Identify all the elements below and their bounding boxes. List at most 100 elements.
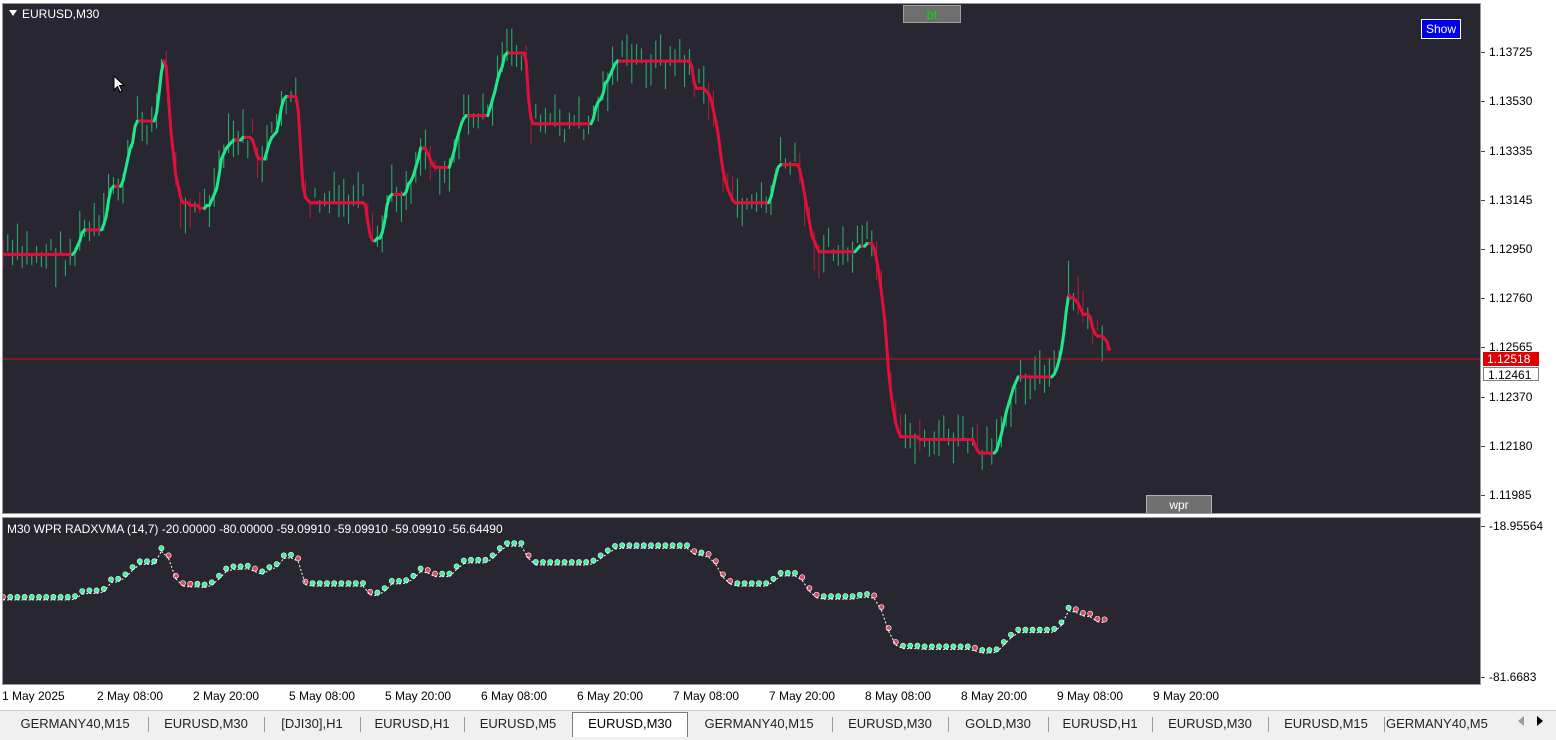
trend-line-segment [176,184,183,199]
oscillator-dot [64,594,71,600]
oscillator-dot [381,585,388,592]
oscillator-dot [302,578,309,585]
oscillator-dot [748,580,755,586]
chart-tab[interactable]: EURUSD,M30 [1154,713,1266,735]
oscillator-dot [187,580,194,587]
time-scale[interactable]: 1 May 2025 2 May 08:00 2 May 20:00 5 May… [0,686,1481,708]
price-tick-label: 1.12950 [1480,242,1533,256]
oscillator-dot [201,581,208,588]
oscillator-dot [194,580,201,587]
oscillator-dot [28,594,35,600]
oscillator-dot [489,552,496,559]
chart-tab[interactable]: GERMANY40,M5 [1386,713,1510,735]
scroll-left-icon[interactable] [1518,716,1524,726]
oscillator-dot [540,559,546,565]
trend-line-segment [884,337,891,373]
tab-divider [148,717,149,732]
wpr-radxvma-plot [3,540,1108,654]
oscillator-dot [590,557,597,564]
oscillator-dot [871,592,878,599]
tab-divider [1048,717,1049,732]
trend-line-segment [123,157,130,172]
oscillator-dot [763,580,770,586]
show-button[interactable]: Show [1421,19,1461,39]
trend-line-segment [1062,310,1068,335]
oscillator-dot [86,587,93,594]
signal-line-segment [520,545,530,559]
chart-tab-active[interactable]: EURUSD,M30 [572,712,688,737]
oscillator-dot [921,643,928,650]
trend-line-segment [296,108,303,150]
bt-button[interactable]: bt [903,5,961,23]
oscillator-dot [7,594,14,600]
oscillator-dot [57,594,64,600]
oscillator-dot [576,559,582,565]
price-scale[interactable]: 1.13725 1.13530 1.13335 1.13145 1.12950 … [1480,0,1556,739]
collapse-triangle-icon[interactable] [9,10,17,16]
wpr-button[interactable]: wpr [1146,495,1212,513]
oscillator-dot [338,580,345,586]
oscillator-dot [417,565,424,572]
oscillator-dot [720,571,726,578]
trend-line-segment [882,310,888,341]
price-tick-label: 1.12370 [1480,390,1533,404]
chart-tabs-bar: GERMANY40,M15 EURUSD,M30 [DJI30],H1 EURU… [0,710,1556,740]
trend-line-segment [771,173,778,188]
time-tick-label: 5 May 20:00 [385,689,452,703]
trend-line-segment [104,198,111,218]
oscillator-dot [856,591,863,598]
oscillator-dot [691,548,698,554]
chart-tab[interactable]: EURUSD,H1 [1050,713,1150,735]
oscillator-dot [676,542,683,549]
time-tick-label: 2 May 08:00 [97,689,164,703]
time-tick-label: 8 May 20:00 [961,689,1028,703]
price-tick-label: 1.11985 [1481,488,1532,502]
chart-tab[interactable]: GERMANY40,M15 [8,713,142,735]
time-tick-label: 9 May 08:00 [1057,689,1124,703]
oscillator-dot [727,578,734,584]
chart-tab[interactable]: EURUSD,M5 [466,713,570,735]
oscillator-dot [640,542,647,549]
oscillator-dot [568,559,575,565]
scroll-right-icon[interactable] [1537,716,1543,726]
trend-line-segment [1064,293,1071,314]
chart-tab[interactable]: EURUSD,H1 [362,713,462,735]
oscillator-dot [1065,604,1072,611]
chart-tab[interactable]: EURUSD,M30 [834,713,946,735]
oscillator-dot [424,567,431,573]
oscillator-dot [986,647,993,653]
tab-divider [948,717,949,732]
oscillator-dot [496,545,503,552]
indicator-subwindow[interactable]: M30 WPR RADXVMA (14,7) -20.00000 -80.000… [2,517,1481,685]
indicator-scale-max: -18.95564 [1480,519,1544,533]
chart-tab[interactable]: [DJI30],H1 [266,713,358,735]
indicator-title: M30 WPR RADXVMA (14,7) -20.00000 -80.000… [7,522,503,536]
oscillator-dot [950,643,957,650]
oscillator-dot [324,580,330,586]
oscillator-dot [936,643,942,650]
trend-line-segment [383,203,389,224]
oscillator-dot [1022,626,1029,633]
oscillator-dot [122,571,129,578]
oscillator-dot [964,643,971,650]
oscillator-dot [1008,631,1014,638]
trend-line-segment [299,146,305,188]
time-tick-label: 2 May 20:00 [193,689,260,703]
oscillator-dot [115,575,122,582]
chart-tab[interactable]: GERMANY40,M15 [688,713,830,735]
trend-line-segment [493,78,499,93]
oscillator-dot [561,559,568,565]
oscillator-dot [36,594,42,600]
oscillator-dot [360,580,366,586]
trend-line-segment [889,391,895,412]
oscillator-dot [777,570,784,576]
oscillator-dot [554,559,561,565]
oscillator-dot [396,578,402,584]
main-chart[interactable]: EURUSD,M30 bt Show wpr [2,3,1481,514]
chart-tab[interactable]: EURUSD,M30 [150,713,262,735]
chart-tab[interactable]: EURUSD,M15 [1270,713,1382,735]
oscillator-dot [316,580,323,586]
trend-line-segment [164,65,171,101]
oscillator-dot [93,587,100,594]
chart-tab[interactable]: GOLD,M30 [950,713,1046,735]
